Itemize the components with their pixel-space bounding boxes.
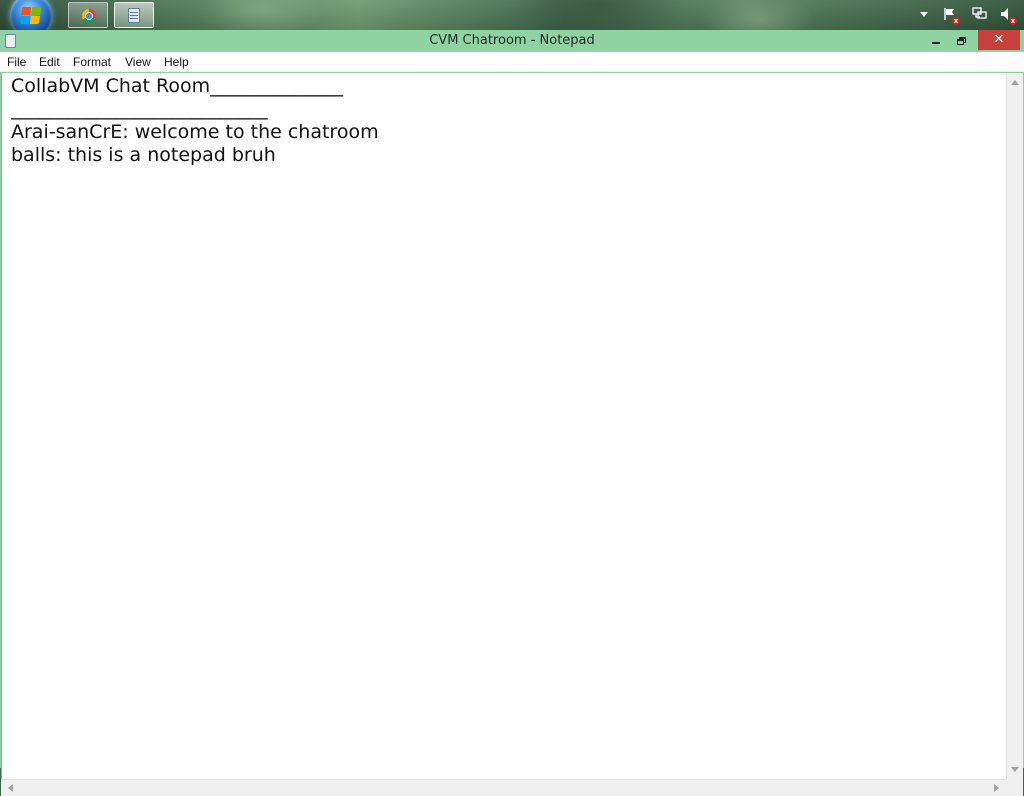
taskbar: x x [0, 0, 1024, 30]
windows-logo-icon [19, 7, 43, 25]
menu-bar: File Edit Format View Help [0, 52, 1024, 72]
menu-edit[interactable]: Edit [39, 55, 60, 69]
title-bar[interactable]: CVM Chatroom - Notepad ✕ [0, 30, 1024, 52]
menu-view[interactable]: View [125, 55, 151, 69]
tray-overflow-arrow-icon[interactable] [920, 12, 928, 17]
menu-format[interactable]: Format [73, 55, 111, 69]
notepad-window: CVM Chatroom - Notepad ✕ File Edit Forma… [0, 30, 1024, 796]
size-grip[interactable] [1006, 779, 1023, 796]
volume-muted-icon[interactable]: x [999, 7, 1017, 25]
menu-help[interactable]: Help [164, 55, 189, 69]
notepad-icon [128, 8, 140, 23]
minimize-button[interactable] [922, 30, 950, 50]
scroll-left-icon[interactable] [8, 784, 13, 792]
restore-button[interactable] [950, 30, 976, 50]
mute-badge: x [1009, 17, 1017, 25]
system-tray: x x [914, 0, 1024, 30]
taskbar-chrome-button[interactable] [68, 2, 108, 28]
vertical-scrollbar[interactable] [1006, 73, 1023, 779]
menu-file[interactable]: File [7, 55, 26, 69]
text-editor-area[interactable]: CollabVM Chat Room______________ _______… [1, 73, 1006, 779]
error-badge: x [952, 17, 960, 25]
window-title: CVM Chatroom - Notepad [429, 33, 595, 48]
start-button[interactable] [10, 0, 52, 30]
scroll-up-icon[interactable] [1011, 80, 1019, 85]
close-button[interactable]: ✕ [978, 30, 1020, 50]
network-icon[interactable] [972, 7, 988, 23]
scroll-right-icon[interactable] [994, 784, 999, 792]
document-text[interactable]: CollabVM Chat Room______________ _______… [2, 73, 1006, 167]
action-center-flag-icon[interactable]: x [942, 7, 960, 25]
horizontal-scrollbar[interactable] [1, 779, 1006, 796]
taskbar-notepad-button[interactable] [114, 2, 154, 28]
chrome-icon [82, 9, 96, 23]
